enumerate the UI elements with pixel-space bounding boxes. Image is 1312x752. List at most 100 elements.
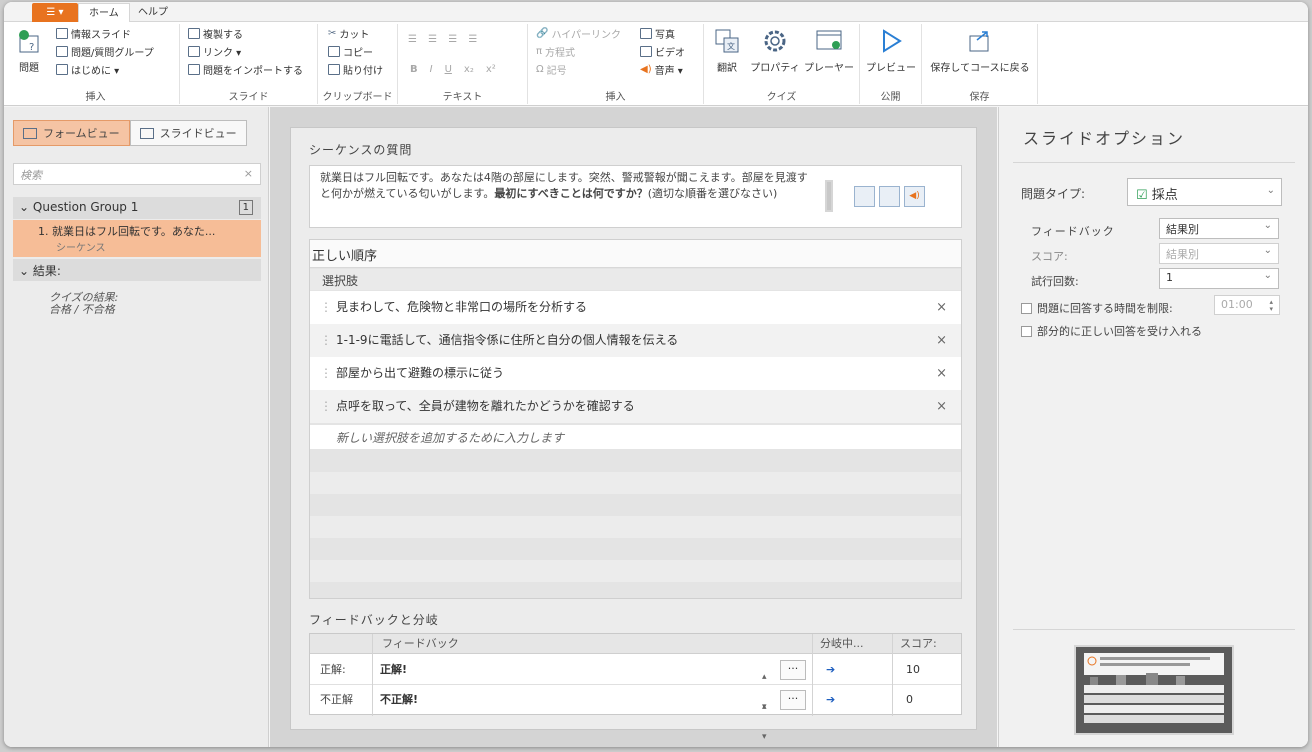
scissors-icon: ✂: [328, 28, 337, 39]
more-options-button[interactable]: ···: [780, 690, 806, 710]
tab-home[interactable]: ホーム: [78, 3, 130, 22]
question-type-select[interactable]: ☑ 採点 ⌄: [1127, 178, 1282, 206]
slide-view-icon: [139, 127, 154, 139]
hyperlink-icon: 🔗: [536, 28, 549, 39]
drag-handle-icon[interactable]: ⋮: [320, 357, 332, 390]
chevron-down-icon[interactable]: ⌄: [19, 200, 29, 214]
checkbox[interactable]: [1021, 302, 1032, 314]
equation-button[interactable]: π 方程式: [536, 44, 575, 59]
drag-handle-icon[interactable]: ⋮: [320, 324, 332, 357]
hyperlink-button[interactable]: 🔗 ハイパーリンク: [536, 26, 621, 41]
group-label-quiz: クイズ: [766, 92, 797, 103]
question-icon: ?: [19, 30, 39, 53]
question-card: シーケンスの質問 就業日はフル回転です。あなたは4階の部屋にします。突然、警戒警…: [290, 127, 977, 742]
slide-options-title: スライドオプション: [1023, 129, 1186, 148]
scroll-thumb[interactable]: [825, 180, 833, 212]
slide-thumbnail[interactable]: [1074, 645, 1234, 735]
sequence-question-title: シーケンスの質問: [309, 143, 413, 157]
omega-icon: Ω: [536, 64, 544, 75]
choice-row-2[interactable]: ⋮ 1-1-9に電話して、通信指令係に住所と自分の個人情報を伝える ×: [310, 324, 961, 357]
chevron-down-icon: ⌄: [1266, 185, 1275, 196]
info-slide-button[interactable]: 情報スライド: [56, 26, 131, 41]
remove-choice-icon[interactable]: ×: [936, 324, 947, 357]
question-text[interactable]: 就業日はフル回転です。あなたは4階の部屋にします。突然、警戒警報が聞こえます。部…: [310, 166, 825, 227]
branch-arrow-icon[interactable]: ➔: [826, 655, 835, 685]
view-switcher: フォームビュー スライドビュー: [13, 120, 247, 146]
app-menu-button[interactable]: ☰ ▾: [32, 3, 78, 22]
remove-choice-icon[interactable]: ×: [936, 390, 947, 423]
editor-area: シーケンスの質問 就業日はフル回転です。あなたは4階の部屋にします。突然、警戒警…: [270, 107, 997, 747]
score-select[interactable]: 結果別 ⌄: [1159, 243, 1279, 264]
group-label-save: 保存: [969, 92, 990, 103]
clear-search-icon[interactable]: ×: [244, 167, 253, 180]
photo-button[interactable]: 写真: [640, 26, 675, 41]
attempts-select[interactable]: 1 ⌄: [1159, 268, 1279, 289]
divider: [1013, 162, 1295, 163]
score-value[interactable]: 10: [906, 655, 920, 685]
correct-feedback-input[interactable]: 正解!: [380, 655, 407, 685]
drag-handle-icon[interactable]: ⋮: [320, 390, 332, 423]
incorrect-feedback-input[interactable]: 不正解!: [380, 685, 418, 715]
link-button[interactable]: リンク ▾: [188, 44, 241, 59]
tab-help[interactable]: ヘルプ: [128, 3, 178, 22]
paste-button[interactable]: 貼り付け: [328, 62, 383, 77]
question-scrollbar[interactable]: [823, 168, 835, 224]
intro-button[interactable]: はじめに ▾: [56, 62, 119, 77]
subscript-button[interactable]: x₂: [464, 64, 474, 75]
video-icon[interactable]: [879, 186, 900, 207]
save-return-button[interactable]: 保存してコースに戻る: [924, 28, 1036, 74]
time-limit-checkbox[interactable]: 問題に回答する時間を制限:: [1021, 300, 1173, 316]
italic-button[interactable]: I: [430, 64, 433, 75]
cut-button[interactable]: ✂ カット: [328, 26, 369, 41]
choice-row-1[interactable]: ⋮ 見まわして、危険物と非常口の場所を分析する ×: [310, 291, 961, 324]
preview-button[interactable]: プレビュー: [864, 28, 918, 74]
speaker-icon: ◀): [640, 64, 652, 75]
search-input[interactable]: 検索 ×: [13, 163, 261, 185]
new-choice-input[interactable]: 新しい選択肢を追加するために入力します: [310, 425, 961, 449]
photo-icon: [640, 28, 652, 39]
properties-button[interactable]: プロパティ: [750, 28, 800, 74]
chevron-down-icon[interactable]: ⌄: [19, 264, 29, 278]
choice-row-4[interactable]: ⋮ 点呼を取って、全員が建物を離れたかどうかを確認する ×: [310, 390, 961, 423]
feedback-label: フィードバック: [1031, 225, 1115, 238]
question-button[interactable]: ? 問題: [14, 28, 44, 74]
translate-icon: 文: [715, 29, 739, 53]
more-options-button[interactable]: ···: [780, 660, 806, 680]
question-group-button[interactable]: 問題/質問グループ: [56, 44, 154, 59]
feedback-select[interactable]: 結果別 ⌄: [1159, 218, 1279, 239]
score-value[interactable]: 0: [906, 685, 913, 715]
audio-icon[interactable]: ◀): [904, 186, 925, 207]
image-icon[interactable]: [854, 186, 875, 207]
score-label: スコア:: [1031, 250, 1068, 263]
import-question-button[interactable]: 問題をインポートする: [188, 62, 303, 77]
video-button[interactable]: ビデオ: [640, 44, 685, 59]
duplicate-icon: [188, 28, 200, 39]
slide-item-selected[interactable]: 1. 就業日はフル回転です。あなた... シーケンス: [13, 220, 261, 257]
checkbox[interactable]: [1021, 325, 1032, 337]
spin-buttons[interactable]: ▴ ▾: [762, 692, 767, 747]
underline-button[interactable]: U: [445, 64, 452, 75]
superscript-button[interactable]: x²: [486, 64, 496, 75]
choice-row-3[interactable]: ⋮ 部屋から出て避難の標示に従う ×: [310, 357, 961, 390]
bold-button[interactable]: B: [410, 64, 418, 75]
branch-arrow-icon[interactable]: ➔: [826, 685, 835, 715]
duplicate-button[interactable]: 複製する: [188, 26, 243, 41]
remove-choice-icon[interactable]: ×: [936, 357, 947, 390]
question-group-node[interactable]: ⌄ Question Group 1 1: [13, 197, 261, 219]
divider: [1013, 629, 1295, 630]
copy-button[interactable]: コピー: [328, 44, 373, 59]
partial-credit-checkbox[interactable]: 部分的に正しい回答を受け入れる: [1021, 323, 1202, 339]
translate-button[interactable]: 文 翻訳: [710, 28, 744, 74]
audio-button[interactable]: ◀) 音声 ▾: [640, 62, 683, 77]
time-limit-input[interactable]: 01:00 ▴ ▾: [1214, 295, 1280, 315]
drag-handle-icon[interactable]: ⋮: [320, 291, 332, 324]
symbol-button[interactable]: Ω 記号: [536, 62, 567, 77]
results-node[interactable]: ⌄ 結果:: [13, 259, 261, 281]
remove-choice-icon[interactable]: ×: [936, 291, 947, 324]
form-view-button[interactable]: フォームビュー: [13, 120, 130, 146]
list-format-icons[interactable]: ☰ ☰ ☰ ☰: [408, 34, 481, 45]
question-text-box[interactable]: 就業日はフル回転です。あなたは4階の部屋にします。突然、警戒警報が聞こえます。部…: [309, 165, 962, 228]
player-button[interactable]: プレーヤー: [804, 28, 854, 74]
slide-view-button[interactable]: スライドビュー: [129, 120, 247, 146]
quiz-result-item[interactable]: クイズの結果: 合格 / 不合格: [49, 292, 118, 316]
